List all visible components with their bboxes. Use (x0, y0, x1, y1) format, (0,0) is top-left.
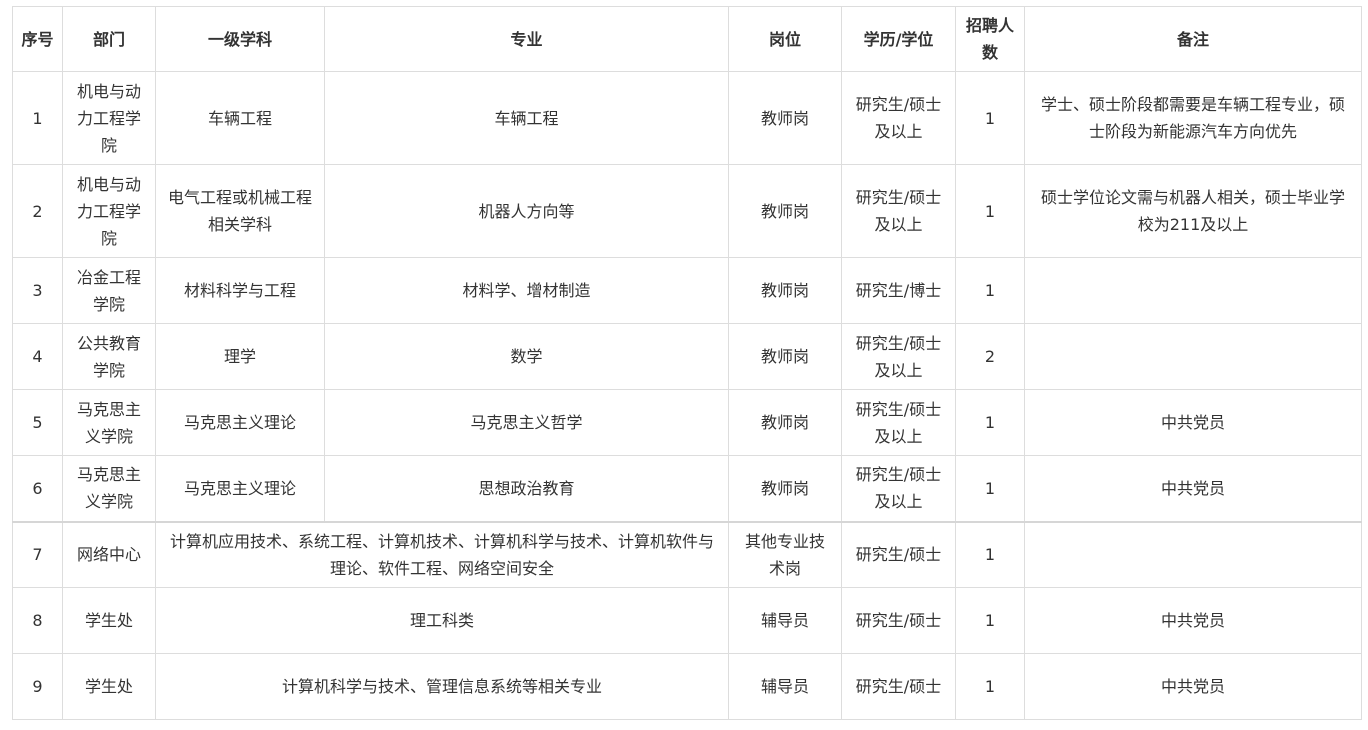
cell-post: 教师岗 (728, 257, 842, 324)
cell-degree: 研究生/硕士及以上 (841, 164, 956, 258)
cell-count: 1 (955, 520, 1025, 588)
cell-degree: 研究生/硕士及以上 (841, 455, 956, 522)
cell-degree: 研究生/硕士 (841, 520, 956, 588)
cell-count: 2 (955, 323, 1025, 390)
cell-dept: 网络中心 (62, 520, 156, 588)
cell-post: 辅导员 (728, 587, 842, 654)
cell-discipline: 电气工程或机械工程相关学科 (155, 164, 325, 258)
cell-major: 材料学、增材制造 (324, 257, 729, 324)
cell-major: 数学 (324, 323, 729, 390)
cell-degree: 研究生/硕士及以上 (841, 71, 956, 165)
cell-degree: 研究生/硕士及以上 (841, 389, 956, 456)
cell-no: 3 (12, 257, 63, 324)
cell-post: 教师岗 (728, 71, 842, 165)
cell-degree: 研究生/硕士 (841, 587, 956, 654)
cell-degree: 研究生/硕士 (841, 653, 956, 720)
cell-note: 中共党员 (1024, 653, 1362, 720)
header-major: 专业 (324, 6, 729, 72)
cell-count: 1 (955, 389, 1025, 456)
cell-degree: 研究生/硕士及以上 (841, 323, 956, 390)
cell-no: 4 (12, 323, 63, 390)
cell-merged-major: 计算机科学与技术、管理信息系统等相关专业 (155, 653, 729, 720)
table-row: 5 马克思主义学院 马克思主义理论 马克思主义哲学 教师岗 研究生/硕士及以上 … (12, 389, 1362, 456)
cell-discipline: 理学 (155, 323, 325, 390)
cell-dept: 学生处 (62, 653, 156, 720)
cell-dept: 公共教育学院 (62, 323, 156, 390)
header-discipline: 一级学科 (155, 6, 325, 72)
cell-no: 9 (12, 653, 63, 720)
cell-discipline: 材料科学与工程 (155, 257, 325, 324)
header-post: 岗位 (728, 6, 842, 72)
cell-note (1024, 257, 1362, 324)
cell-merged-major: 理工科类 (155, 587, 729, 654)
cell-count: 1 (955, 455, 1025, 522)
cell-no: 2 (12, 164, 63, 258)
table-row: 7 网络中心 计算机应用技术、系统工程、计算机技术、计算机科学与技术、计算机软件… (12, 520, 1362, 588)
header-note: 备注 (1024, 6, 1362, 72)
cell-no: 8 (12, 587, 63, 654)
cell-note (1024, 520, 1362, 588)
table-row: 4 公共教育学院 理学 数学 教师岗 研究生/硕士及以上 2 (12, 323, 1362, 390)
cell-major: 机器人方向等 (324, 164, 729, 258)
table-row: 2 机电与动力工程学院 电气工程或机械工程相关学科 机器人方向等 教师岗 研究生… (12, 164, 1362, 258)
cell-discipline: 马克思主义理论 (155, 455, 325, 522)
cell-major: 车辆工程 (324, 71, 729, 165)
cell-dept: 冶金工程学院 (62, 257, 156, 324)
cell-discipline: 马克思主义理论 (155, 389, 325, 456)
table-row: 1 机电与动力工程学院 车辆工程 车辆工程 教师岗 研究生/硕士及以上 1 学士… (12, 71, 1362, 165)
cell-post: 教师岗 (728, 323, 842, 390)
cell-discipline: 车辆工程 (155, 71, 325, 165)
cell-no: 1 (12, 71, 63, 165)
cell-note: 硕士学位论文需与机器人相关，硕士毕业学校为211及以上 (1024, 164, 1362, 258)
cell-post: 辅导员 (728, 653, 842, 720)
table-row: 6 马克思主义学院 马克思主义理论 思想政治教育 教师岗 研究生/硕士及以上 1… (12, 455, 1362, 522)
header-dept: 部门 (62, 6, 156, 72)
cell-note: 中共党员 (1024, 389, 1362, 456)
cell-count: 1 (955, 257, 1025, 324)
cell-note: 中共党员 (1024, 587, 1362, 654)
cell-note (1024, 323, 1362, 390)
table-row: 9 学生处 计算机科学与技术、管理信息系统等相关专业 辅导员 研究生/硕士 1 … (12, 653, 1362, 720)
cell-post: 其他专业技术岗 (728, 520, 842, 588)
cell-dept: 机电与动力工程学院 (62, 164, 156, 258)
table-row: 8 学生处 理工科类 辅导员 研究生/硕士 1 中共党员 (12, 587, 1362, 654)
cell-post: 教师岗 (728, 389, 842, 456)
cell-dept: 马克思主义学院 (62, 389, 156, 456)
table-header-row: 序号 部门 一级学科 专业 岗位 学历/学位 招聘人数 备注 (12, 6, 1362, 72)
cell-count: 1 (955, 653, 1025, 720)
header-degree: 学历/学位 (841, 6, 956, 72)
cell-major: 思想政治教育 (324, 455, 729, 522)
header-count: 招聘人数 (955, 6, 1025, 72)
cell-degree: 研究生/博士 (841, 257, 956, 324)
recruitment-table-container: 序号 部门 一级学科 专业 岗位 学历/学位 招聘人数 备注 1 机电与动力工程… (12, 6, 1362, 720)
cell-post: 教师岗 (728, 164, 842, 258)
cell-no: 5 (12, 389, 63, 456)
cell-note: 学士、硕士阶段都需要是车辆工程专业，硕士阶段为新能源汽车方向优先 (1024, 71, 1362, 165)
cell-no: 7 (12, 520, 63, 588)
cell-count: 1 (955, 164, 1025, 258)
cell-dept: 机电与动力工程学院 (62, 71, 156, 165)
cell-post: 教师岗 (728, 455, 842, 522)
cell-major: 马克思主义哲学 (324, 389, 729, 456)
cell-note: 中共党员 (1024, 455, 1362, 522)
cell-dept: 学生处 (62, 587, 156, 654)
recruitment-table: 序号 部门 一级学科 专业 岗位 学历/学位 招聘人数 备注 1 机电与动力工程… (12, 6, 1362, 720)
cell-merged-major: 计算机应用技术、系统工程、计算机技术、计算机科学与技术、计算机软件与理论、软件工… (155, 520, 729, 588)
cell-dept: 马克思主义学院 (62, 455, 156, 522)
cell-count: 1 (955, 71, 1025, 165)
table-row: 3 冶金工程学院 材料科学与工程 材料学、增材制造 教师岗 研究生/博士 1 (12, 257, 1362, 324)
cell-no: 6 (12, 455, 63, 522)
cell-count: 1 (955, 587, 1025, 654)
header-no: 序号 (12, 6, 63, 72)
